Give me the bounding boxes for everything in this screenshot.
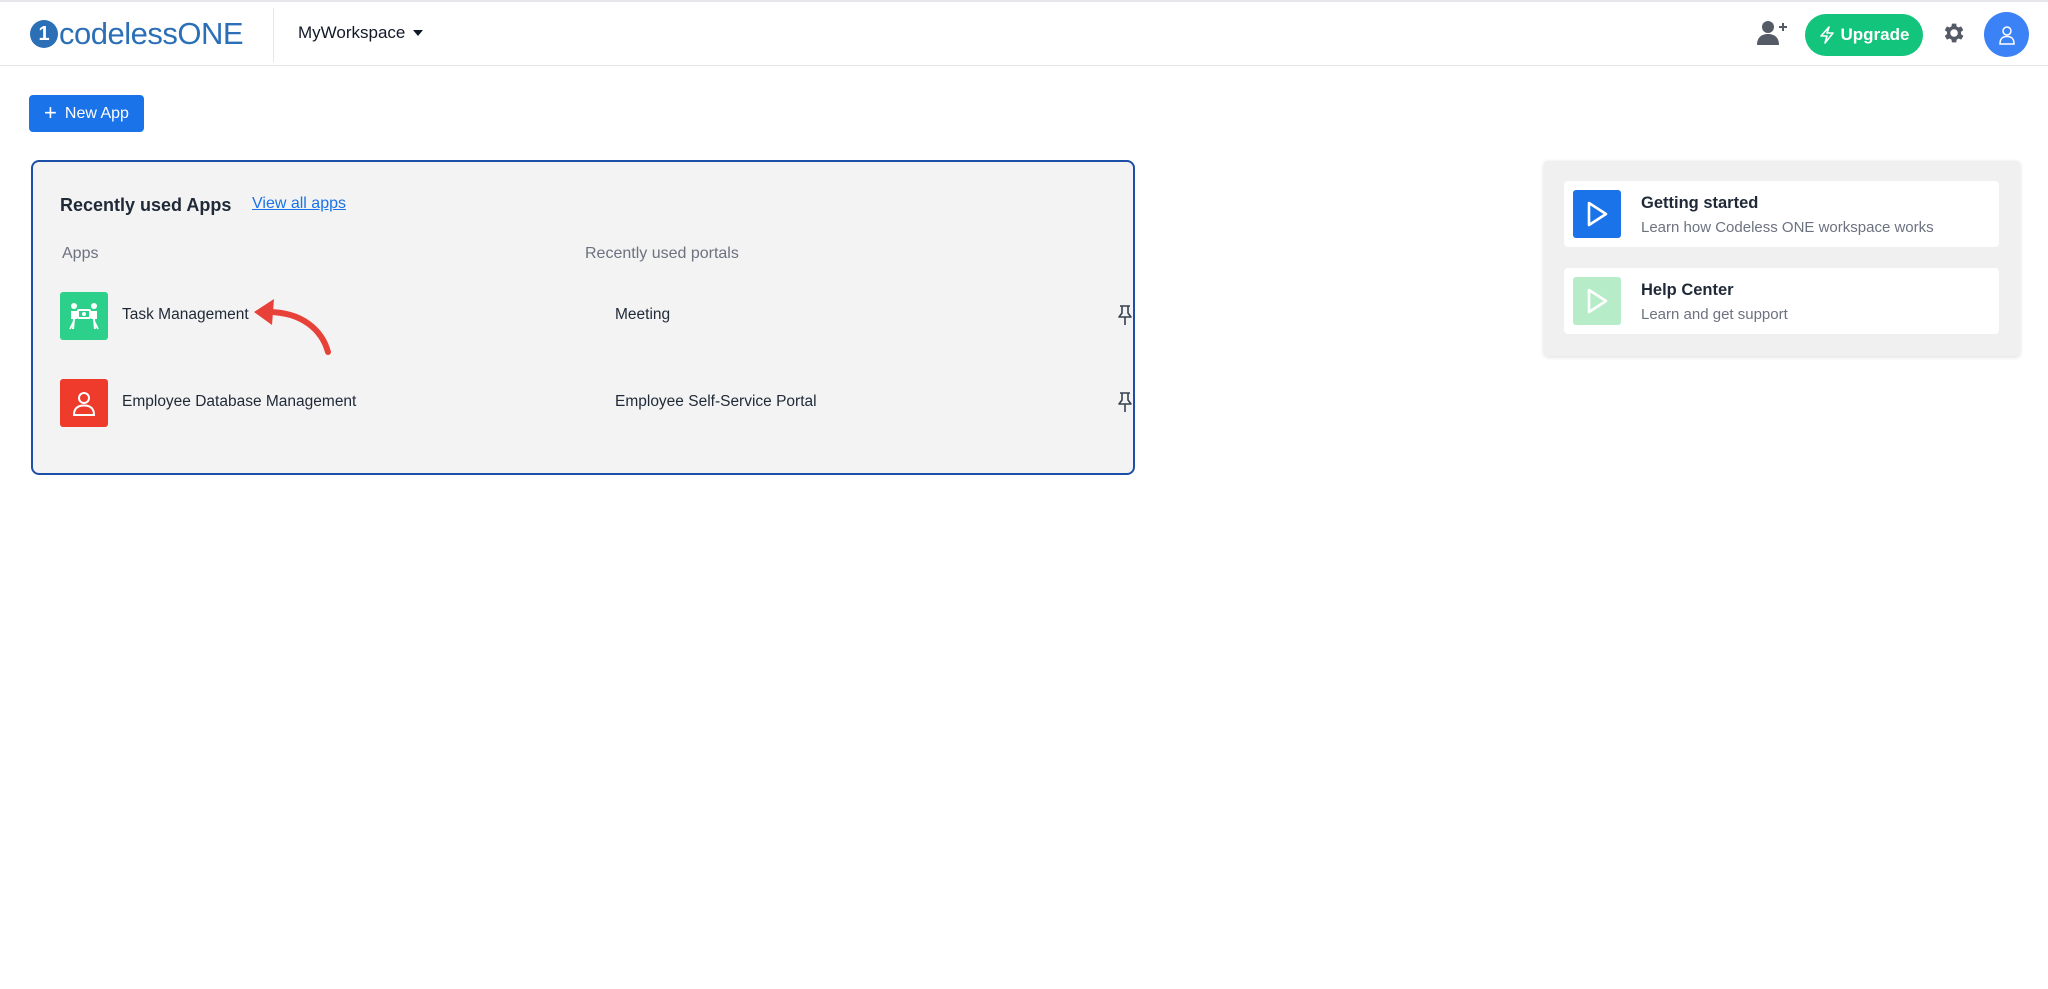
getting-started-title: Getting started bbox=[1641, 194, 1759, 212]
user-icon bbox=[72, 392, 96, 416]
codelessone-logo[interactable]: 1 codelessONE bbox=[30, 16, 244, 52]
lightning-icon bbox=[1819, 26, 1834, 44]
upgrade-label: Upgrade bbox=[1840, 25, 1910, 44]
portals-column-header: Recently used portals bbox=[585, 245, 739, 262]
gear-icon[interactable] bbox=[1940, 20, 1966, 46]
help-center-play-icon bbox=[1573, 277, 1621, 325]
app-row: Employee Database Management Employee Se… bbox=[60, 379, 1132, 427]
employee-database-app-icon[interactable] bbox=[60, 379, 108, 427]
portal-name-link[interactable]: Meeting bbox=[615, 306, 670, 324]
logo-text-one: ONE bbox=[177, 16, 244, 51]
help-center-title: Help Center bbox=[1641, 281, 1734, 299]
top-bar: 1 codelessONE MyWorkspace Upgrade bbox=[0, 0, 2048, 66]
getting-started-subtitle: Learn how Codeless ONE workspace works bbox=[1641, 219, 1934, 236]
apps-column-header: Apps bbox=[62, 245, 99, 262]
help-center-subtitle: Learn and get support bbox=[1641, 306, 1788, 323]
getting-started-card[interactable]: Getting started Learn how Codeless ONE w… bbox=[1564, 181, 1999, 247]
upgrade-button[interactable]: Upgrade bbox=[1805, 14, 1923, 56]
new-app-button[interactable]: + New App bbox=[29, 95, 144, 132]
help-center-card[interactable]: Help Center Learn and get support bbox=[1564, 268, 1999, 334]
help-panel: Getting started Learn how Codeless ONE w… bbox=[1544, 161, 2020, 356]
app-row: Task Management Meeting bbox=[60, 292, 1132, 340]
caret-down-icon bbox=[413, 30, 424, 36]
plus-icon: + bbox=[44, 99, 57, 125]
task-management-app-icon[interactable] bbox=[60, 292, 108, 340]
workspace-selector[interactable]: MyWorkspace bbox=[298, 23, 424, 43]
recent-apps-title: Recently used Apps bbox=[60, 195, 232, 215]
app-name-link[interactable]: Task Management bbox=[122, 306, 249, 324]
logo-text-codeless: codeless bbox=[59, 16, 178, 51]
logo-mark: 1 bbox=[30, 20, 58, 48]
header-divider bbox=[273, 8, 274, 62]
play-icon bbox=[1587, 201, 1608, 227]
new-app-label: New App bbox=[64, 104, 129, 122]
user-icon bbox=[1998, 25, 2015, 45]
portal-name-link[interactable]: Employee Self-Service Portal bbox=[615, 393, 817, 411]
pin-icon[interactable] bbox=[1116, 391, 1134, 413]
workspace-label: MyWorkspace bbox=[298, 23, 406, 42]
app-name-link[interactable]: Employee Database Management bbox=[122, 393, 356, 411]
avatar[interactable] bbox=[1984, 12, 2029, 57]
pin-icon[interactable] bbox=[1116, 304, 1134, 326]
recent-apps-card: Recently used Apps View all apps Apps Re… bbox=[31, 160, 1135, 475]
add-user-icon[interactable] bbox=[1757, 19, 1787, 47]
getting-started-play-icon bbox=[1573, 190, 1621, 238]
people-icon bbox=[69, 303, 99, 330]
play-icon bbox=[1587, 288, 1608, 314]
view-all-apps-link[interactable]: View all apps bbox=[252, 195, 346, 213]
annotation-arrow-icon bbox=[254, 299, 331, 355]
logo-text: codelessONE bbox=[59, 16, 244, 52]
